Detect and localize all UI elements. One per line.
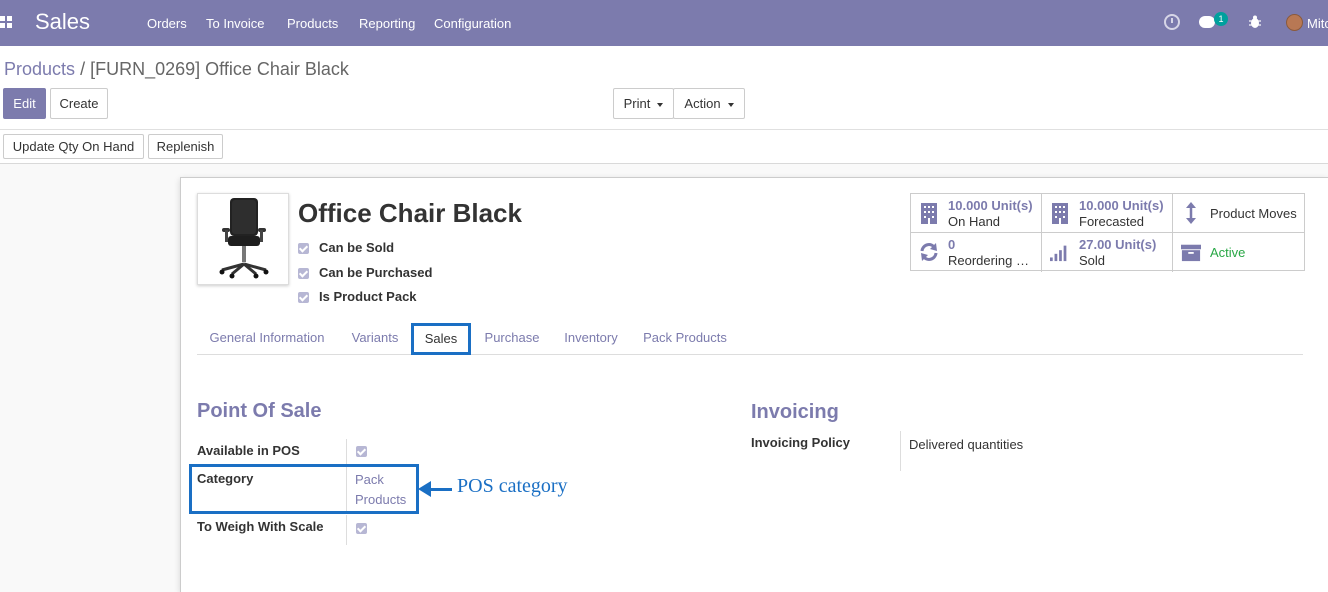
can-be-sold-row: Can be Sold — [298, 240, 394, 255]
forecasted-label: Forecasted — [1079, 214, 1145, 229]
tab-purchase[interactable]: Purchase — [477, 323, 547, 355]
top-navbar: Sales Orders To Invoice Products Reporti… — [0, 0, 1328, 46]
can-be-purchased-label: Can be Purchased — [319, 265, 433, 280]
pos-category-link[interactable]: Pack Products — [355, 470, 406, 510]
category-label: Category — [197, 471, 254, 486]
caret-down-icon — [727, 102, 734, 107]
replenish-button[interactable]: Replenish — [148, 134, 223, 159]
active-toggle-button[interactable]: Active — [1173, 233, 1304, 272]
invoicing-policy-label: Invoicing Policy — [751, 435, 850, 450]
can-be-sold-label: Can be Sold — [319, 240, 395, 255]
control-panel: Products / [FURN_0269] Office Chair Blac… — [0, 46, 1328, 164]
can-be-sold-checkbox[interactable] — [298, 243, 309, 255]
menu-configuration[interactable]: Configuration — [434, 16, 511, 31]
to-weigh-label: To Weigh With Scale — [197, 519, 324, 534]
to-weigh-checkbox[interactable] — [356, 523, 367, 534]
user-avatar[interactable] — [1286, 14, 1303, 31]
user-name[interactable]: Mitc — [1307, 16, 1328, 31]
available-in-pos-label: Available in POS — [197, 443, 300, 458]
product-moves-button[interactable]: Product Moves — [1173, 194, 1304, 233]
is-product-pack-row: Is Product Pack — [298, 289, 417, 304]
building-icon — [921, 203, 937, 224]
signal-bars-icon — [1050, 245, 1067, 262]
bug-icon[interactable] — [1249, 15, 1261, 29]
tab-sales[interactable]: Sales — [413, 323, 469, 355]
reordering-label: Reordering Rules — [948, 253, 1038, 268]
smart-buttons: 10.000 Unit(s) On Hand 10.000 Unit(s) Fo… — [910, 193, 1305, 272]
menu-orders[interactable]: Orders — [147, 16, 187, 31]
invoicing-policy-value[interactable]: Delivered quantities — [909, 437, 1023, 452]
tab-pack-products[interactable]: Pack Products — [635, 323, 735, 355]
pos-category-line2: Products — [355, 492, 407, 507]
action-label: Action — [684, 96, 721, 111]
print-label: Print — [623, 96, 651, 111]
forecasted-button[interactable]: 10.000 Unit(s) Forecasted — [1042, 194, 1173, 233]
menu-to-invoice[interactable]: To Invoice — [206, 16, 265, 31]
field-separator — [900, 431, 901, 471]
archive-icon — [1181, 244, 1201, 262]
caret-down-icon — [657, 102, 664, 107]
can-be-purchased-row: Can be Purchased — [298, 265, 432, 280]
building-icon — [1052, 203, 1068, 224]
sold-button[interactable]: 27.00 Unit(s) Sold — [1042, 233, 1173, 272]
is-product-pack-checkbox[interactable] — [298, 292, 309, 304]
can-be-purchased-checkbox[interactable] — [298, 268, 309, 280]
create-button[interactable]: Create — [50, 88, 108, 119]
divider — [0, 129, 1328, 130]
is-product-pack-label: Is Product Pack — [319, 289, 417, 304]
field-separator — [346, 467, 347, 511]
update-qty-button[interactable]: Update Qty On Hand — [3, 134, 144, 159]
active-label: Active — [1210, 245, 1246, 260]
tab-general-information[interactable]: General Information — [197, 323, 337, 355]
pos-category-annotation: POS category — [457, 475, 568, 497]
reordering-value: 0 — [948, 237, 956, 252]
field-separator — [346, 439, 347, 465]
breadcrumb-current: [FURN_0269] Office Chair Black — [90, 59, 349, 79]
arrow-line — [430, 488, 452, 491]
point-of-sale-title: Point Of Sale — [197, 400, 322, 422]
tab-inventory[interactable]: Inventory — [557, 323, 625, 355]
on-hand-button[interactable]: 10.000 Unit(s) On Hand — [911, 194, 1042, 233]
available-in-pos-checkbox[interactable] — [356, 446, 367, 457]
forecasted-value: 10.000 Unit(s) — [1079, 198, 1164, 213]
pos-category-line1: Pack — [355, 472, 384, 487]
action-dropdown[interactable]: Action — [673, 88, 745, 119]
reordering-rules-button[interactable]: 0 Reordering Rules — [911, 233, 1042, 272]
office-chair-image — [219, 198, 269, 279]
menu-reporting[interactable]: Reporting — [359, 16, 415, 31]
product-image[interactable] — [197, 193, 289, 285]
app-brand[interactable]: Sales — [35, 9, 90, 35]
form-sheet: Office Chair Black Can be Sold Can be Pu… — [180, 177, 1328, 592]
invoicing-title: Invoicing — [751, 401, 839, 423]
chat-badge: 1 — [1214, 12, 1228, 26]
tab-variants[interactable]: Variants — [343, 323, 407, 355]
product-moves-label: Product Moves — [1210, 206, 1297, 221]
refresh-icon — [920, 243, 938, 261]
clock-icon[interactable] — [1164, 14, 1180, 30]
breadcrumb: Products / [FURN_0269] Office Chair Blac… — [4, 59, 349, 80]
print-dropdown[interactable]: Print — [613, 88, 674, 119]
breadcrumb-products-link[interactable]: Products — [4, 59, 75, 79]
sold-label: Sold — [1079, 253, 1106, 268]
edit-button[interactable]: Edit — [3, 88, 46, 119]
notebook-tabs: General Information Variants Sales Purch… — [197, 323, 1303, 355]
field-separator — [346, 515, 347, 545]
apps-menu-icon[interactable] — [0, 16, 12, 28]
chat-icon[interactable] — [1199, 16, 1215, 28]
on-hand-label: On Hand — [948, 214, 1001, 229]
menu-products[interactable]: Products — [287, 16, 338, 31]
sold-value: 27.00 Unit(s) — [1079, 237, 1157, 252]
vertical-arrows-icon — [1186, 202, 1196, 224]
product-name: Office Chair Black — [298, 198, 522, 228]
on-hand-value: 10.000 Unit(s) — [948, 198, 1033, 213]
breadcrumb-separator: / — [80, 59, 86, 79]
